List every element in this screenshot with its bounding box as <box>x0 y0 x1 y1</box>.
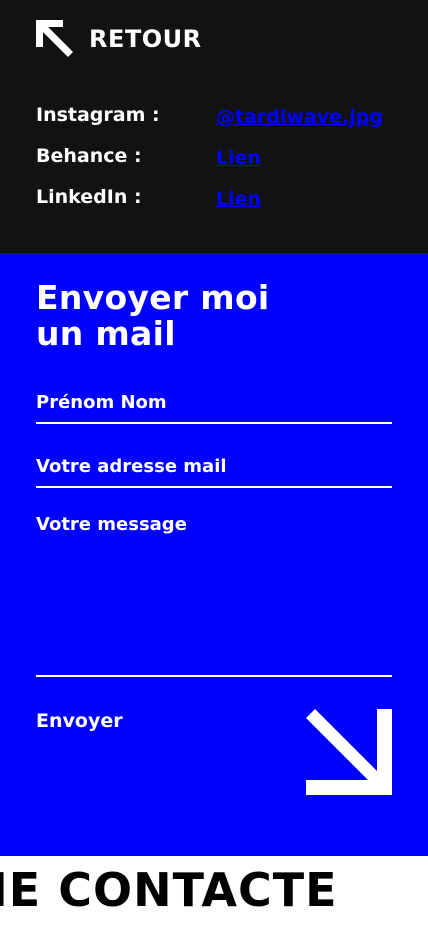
behance-label: Behance : <box>36 145 142 167</box>
form-title-line1: Envoyer moi <box>36 278 270 317</box>
email-input[interactable] <box>36 446 392 488</box>
social-row-instagram: Instagram : @tardiwave.jpg <box>36 102 396 132</box>
message-textarea[interactable] <box>36 512 392 677</box>
back-label: RETOUR <box>89 24 202 53</box>
linkedin-link[interactable]: Lien <box>216 186 261 212</box>
arrow-down-right-icon <box>306 709 392 798</box>
behance-link[interactable]: Lien <box>216 145 261 171</box>
marquee-text: ME CONTACTE <box>0 863 338 917</box>
send-button[interactable]: Envoyer <box>36 705 392 797</box>
send-label: Envoyer <box>36 710 123 732</box>
form-title: Envoyer moi un mail <box>36 280 270 352</box>
back-button[interactable]: RETOUR <box>36 20 202 57</box>
instagram-label: Instagram : <box>36 104 160 126</box>
instagram-link[interactable]: @tardiwave.jpg <box>216 104 383 130</box>
social-row-behance: Behance : Lien <box>36 143 396 173</box>
arrow-up-left-icon <box>36 20 73 57</box>
linkedin-label: LinkedIn : <box>36 186 142 208</box>
form-title-line2: un mail <box>36 314 176 353</box>
contact-header: RETOUR Instagram : @tardiwave.jpg Behanc… <box>0 0 428 253</box>
contact-marquee: ME CONTACTE <box>0 856 428 925</box>
name-input[interactable] <box>36 382 392 424</box>
social-row-linkedin: LinkedIn : Lien <box>36 184 396 214</box>
